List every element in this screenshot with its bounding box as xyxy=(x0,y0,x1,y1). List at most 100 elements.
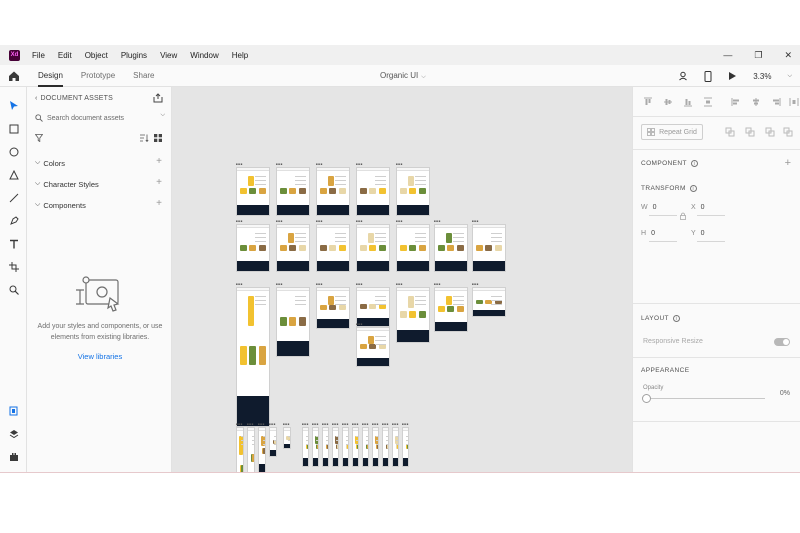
ellipse-tool-icon[interactable] xyxy=(6,144,21,159)
artboard-thumbnail[interactable] xyxy=(342,427,349,467)
artboard-thumbnail[interactable] xyxy=(236,427,244,472)
design-canvas[interactable]: ■■■ ■■■ ■■■ ■■■ ■■■ ■■■ ■■■ ■■■ ■■■ ■■■ ■■■ ■■■ ■■■ ■… xyxy=(172,87,632,472)
menu-view[interactable]: View xyxy=(160,51,177,60)
artboard-thumbnail[interactable] xyxy=(356,167,390,216)
artboard-thumbnail[interactable] xyxy=(402,427,409,467)
menu-help[interactable]: Help xyxy=(232,51,248,60)
opacity-slider-handle[interactable] xyxy=(642,394,651,403)
repeat-grid-button[interactable]: Repeat Grid xyxy=(641,124,703,140)
menu-window[interactable]: Window xyxy=(190,51,218,60)
artboard-thumbnail[interactable] xyxy=(316,224,350,272)
artboard-thumbnail[interactable] xyxy=(356,327,390,367)
width-field[interactable]: W0 xyxy=(641,204,657,211)
play-icon[interactable] xyxy=(728,71,737,81)
menu-object[interactable]: Object xyxy=(85,51,108,60)
artboard-thumbnail[interactable] xyxy=(276,287,310,357)
align-right-icon[interactable] xyxy=(771,97,781,107)
search-chevron-icon[interactable]: ⌵ xyxy=(160,112,165,119)
opacity-slider-track[interactable] xyxy=(647,398,765,399)
artboard-thumbnail[interactable] xyxy=(434,287,468,332)
layers-panel-icon[interactable] xyxy=(6,426,21,441)
opacity-value[interactable]: 0% xyxy=(780,390,790,397)
artboard-thumbnail[interactable] xyxy=(258,427,266,472)
artboard-thumbnail[interactable] xyxy=(276,167,310,216)
distribute-horizontal-icon[interactable] xyxy=(789,97,799,107)
artboard-tool-icon[interactable] xyxy=(6,259,21,274)
artboard-thumbnail[interactable] xyxy=(396,167,430,216)
artboard-thumbnail[interactable] xyxy=(332,427,339,467)
artboard-thumbnail[interactable] xyxy=(236,167,270,216)
back-chevron-icon[interactable]: ‹ xyxy=(35,95,38,102)
add-color-button[interactable]: + xyxy=(156,156,162,167)
home-icon[interactable] xyxy=(7,69,21,83)
tab-prototype[interactable]: Prototype xyxy=(81,65,115,87)
height-value[interactable]: 0 xyxy=(651,230,655,237)
maximize-button[interactable]: ❐ xyxy=(754,50,762,61)
artboard-thumbnail[interactable] xyxy=(396,224,430,272)
boolean-subtract-icon[interactable] xyxy=(745,127,755,137)
artboard-thumbnail[interactable] xyxy=(472,287,506,317)
menu-plugins[interactable]: Plugins xyxy=(121,51,147,60)
zoom-tool-icon[interactable] xyxy=(6,282,21,297)
artboard-thumbnail[interactable] xyxy=(236,287,270,427)
boolean-intersect-icon[interactable] xyxy=(765,127,775,137)
height-field[interactable]: H0 xyxy=(641,230,655,237)
info-icon[interactable]: i xyxy=(672,315,680,322)
line-tool-icon[interactable] xyxy=(6,190,21,205)
menu-edit[interactable]: Edit xyxy=(58,51,72,60)
artboard-thumbnail[interactable] xyxy=(372,427,379,467)
align-bottom-icon[interactable] xyxy=(683,97,693,107)
select-tool-icon[interactable] xyxy=(6,98,21,113)
search-assets-field[interactable]: Search document assets ⌵ xyxy=(35,112,165,124)
y-value[interactable]: 0 xyxy=(701,230,705,237)
artboard-thumbnail[interactable] xyxy=(316,287,350,329)
align-center-icon[interactable] xyxy=(751,97,761,107)
artboard-thumbnail[interactable] xyxy=(434,224,468,272)
artboard-thumbnail[interactable] xyxy=(312,427,319,467)
add-component-button[interactable]: + xyxy=(156,198,162,209)
artboard-thumbnail[interactable] xyxy=(276,224,310,272)
artboard-thumbnail[interactable] xyxy=(236,224,270,272)
tab-design[interactable]: Design xyxy=(38,65,63,87)
view-libraries-link[interactable]: View libraries xyxy=(35,352,165,361)
y-field[interactable]: Y0 xyxy=(691,230,705,237)
pen-tool-icon[interactable] xyxy=(6,213,21,228)
artboard-thumbnail[interactable] xyxy=(283,427,291,449)
polygon-tool-icon[interactable] xyxy=(6,167,21,182)
close-button[interactable]: ✕ xyxy=(784,50,792,61)
section-components[interactable]: ⌵ Components + xyxy=(35,198,165,211)
artboard-thumbnail[interactable] xyxy=(356,287,390,327)
add-character-style-button[interactable]: + xyxy=(156,177,162,188)
filter-icon[interactable] xyxy=(35,134,43,142)
grid-view-icon[interactable] xyxy=(154,134,162,142)
boolean-add-icon[interactable] xyxy=(725,127,735,137)
artboard-thumbnail[interactable] xyxy=(302,427,309,467)
sort-icon[interactable] xyxy=(140,134,149,142)
artboard-thumbnail[interactable] xyxy=(362,427,369,467)
plugins-panel-icon[interactable] xyxy=(6,449,21,464)
align-middle-icon[interactable] xyxy=(663,97,673,107)
responsive-resize-toggle[interactable] xyxy=(774,338,790,346)
distribute-vertical-icon[interactable] xyxy=(703,97,713,107)
artboard-thumbnail[interactable] xyxy=(356,224,390,272)
document-title-dropdown[interactable]: Organic UI ⌵ xyxy=(380,65,426,87)
artboard-thumbnail[interactable] xyxy=(382,427,389,467)
assets-panel-icon[interactable] xyxy=(6,403,21,418)
mobile-preview-icon[interactable] xyxy=(704,70,712,82)
x-field[interactable]: X0 xyxy=(691,204,705,211)
artboard-thumbnail[interactable] xyxy=(352,427,359,467)
section-character-styles[interactable]: ⌵ Character Styles + xyxy=(35,177,165,190)
export-icon[interactable] xyxy=(153,93,163,103)
section-colors[interactable]: ⌵ Colors + xyxy=(35,156,165,169)
x-value[interactable]: 0 xyxy=(701,204,705,211)
minimize-button[interactable]: — xyxy=(723,50,732,60)
artboard-thumbnail[interactable] xyxy=(316,167,350,216)
artboard-thumbnail[interactable] xyxy=(269,427,277,457)
artboard-thumbnail[interactable] xyxy=(247,427,255,472)
add-component-plus-icon[interactable]: + xyxy=(785,157,791,169)
lock-aspect-icon[interactable] xyxy=(680,212,686,220)
search-input[interactable]: Search document assets xyxy=(47,115,124,122)
zoom-chevron-icon[interactable]: ⌵ xyxy=(787,73,792,80)
artboard-thumbnail[interactable] xyxy=(392,427,399,467)
info-icon[interactable]: i xyxy=(690,160,698,167)
